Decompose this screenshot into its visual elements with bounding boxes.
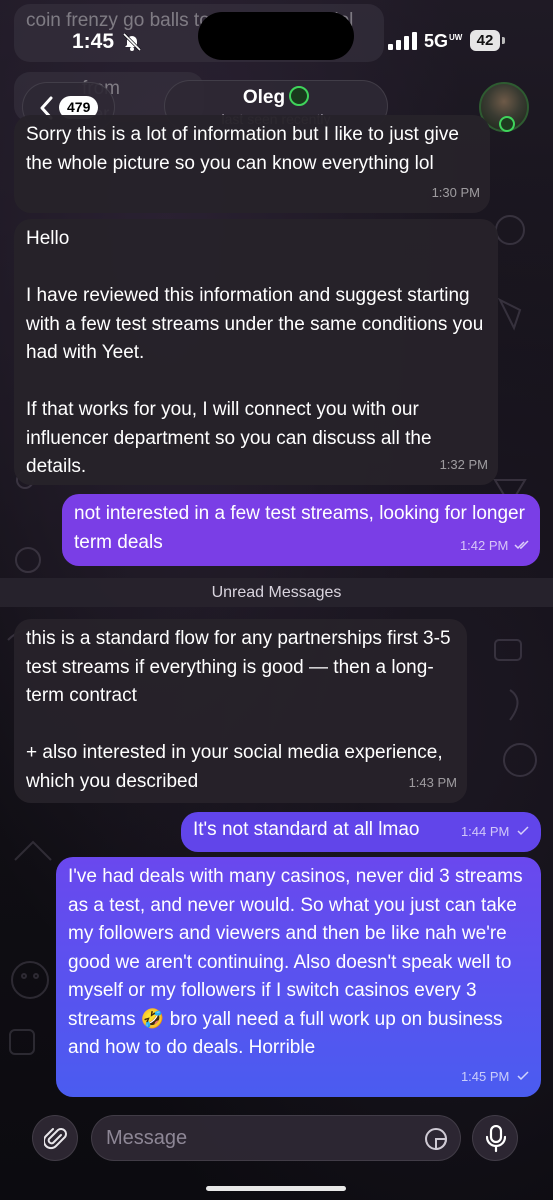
message-meta: 1:44 PM	[461, 818, 531, 847]
message-bubble[interactable]: Sorry this is a lot of information but I…	[14, 115, 490, 213]
message-time: 1:43 PM	[408, 774, 457, 790]
home-indicator	[206, 1186, 346, 1191]
unread-messages-divider: Unread Messages	[0, 578, 553, 607]
battery-icon: 42	[470, 30, 505, 51]
message-text: I've had deals with many casinos, never …	[68, 866, 528, 1058]
message-field[interactable]	[91, 1115, 461, 1161]
message-time: 1:44 PM	[460, 823, 510, 839]
status-bar: 1:45 5GUW 42	[0, 0, 553, 70]
contact-name: Oleg	[242, 87, 286, 108]
message-bubble[interactable]: this is a standard flow for any partners…	[14, 619, 467, 803]
message-bubble[interactable]: Hello I have reviewed this information a…	[14, 219, 498, 485]
sticker-icon[interactable]	[424, 1127, 448, 1151]
message-meta: 1:42 PM	[460, 532, 530, 561]
double-check-icon	[514, 539, 529, 549]
check-icon	[517, 1070, 529, 1080]
network-type: 5G	[424, 31, 449, 51]
message-meta: 1:45 PM	[461, 1063, 531, 1092]
message-time: 1:32 PM	[439, 456, 488, 472]
message-input[interactable]	[106, 1116, 406, 1160]
attach-button[interactable]	[32, 1115, 78, 1161]
message-bubble[interactable]: It's not standard at all lmao 1:44 PM	[181, 812, 541, 852]
microphone-icon	[486, 1125, 506, 1153]
network-sup: UW	[449, 33, 463, 42]
check-icon	[517, 825, 529, 835]
emoji-status-icon	[289, 86, 310, 106]
bell-slash-icon	[122, 32, 142, 52]
message-text: Sorry this is a lot of information but I…	[26, 124, 465, 174]
composer-bar	[0, 1108, 553, 1200]
microphone-button[interactable]	[472, 1115, 518, 1161]
dynamic-island	[198, 12, 354, 60]
message-bubble[interactable]: not interested in a few test streams, lo…	[62, 494, 540, 566]
battery-level: 42	[476, 32, 494, 49]
status-time: 1:45	[72, 30, 115, 53]
message-text: Hello I have reviewed this information a…	[26, 228, 484, 477]
message-bubble[interactable]: I've had deals with many casinos, never …	[56, 857, 541, 1097]
signal-icon	[388, 32, 417, 50]
unread-label: Unread Messages	[211, 584, 342, 601]
paperclip-icon	[44, 1128, 67, 1150]
message-time: 1:30 PM	[431, 184, 480, 200]
message-text: this is a standard flow for any partners…	[26, 628, 451, 792]
network-label: 5GUW	[424, 31, 462, 52]
message-time: 1:42 PM	[459, 537, 509, 553]
message-time: 1:45 PM	[460, 1068, 510, 1084]
